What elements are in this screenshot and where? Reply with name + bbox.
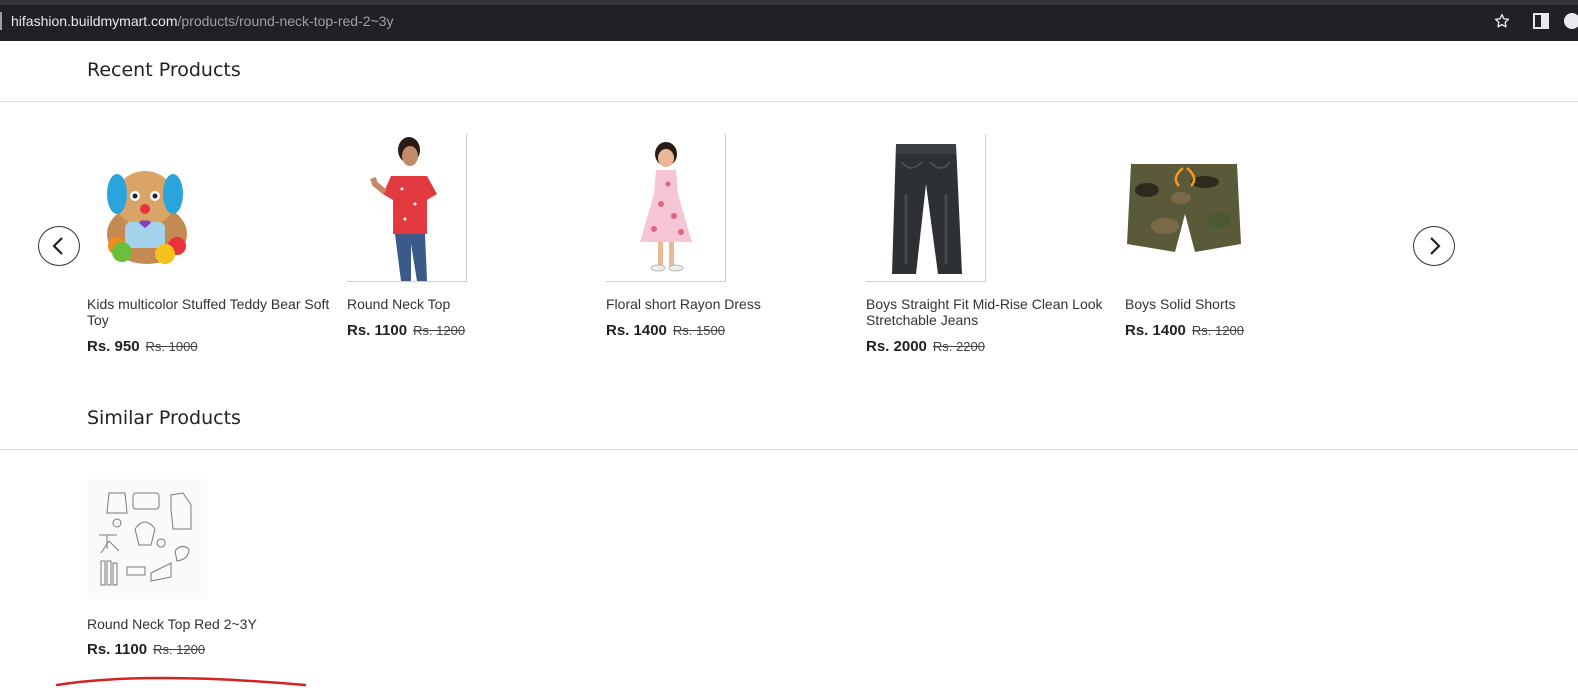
url-path: /products/round-neck-top-red-2~3y [177,13,394,29]
side-panel-icon[interactable] [1533,13,1549,29]
carousel-prev-button[interactable] [38,226,80,266]
price-original: Rs. 1200 [1191,323,1244,338]
product-image-placeholder[interactable] [87,479,207,627]
price-original: Rs. 1200 [413,323,466,338]
price-original: Rs. 1200 [153,642,206,657]
product-price: Rs. 1400 Rs. 1500 [606,322,725,339]
price-current: Rs. 1100 [347,322,408,339]
product-name[interactable]: Round Neck Top [347,296,595,312]
address-bar-edge [0,12,2,30]
browser-address-bar: hifashion.buildmymart.com/products/round… [0,0,1578,41]
price-original: Rs. 1000 [145,339,198,354]
product-price: Rs. 1400 Rs. 1200 [1125,322,1244,339]
product-name[interactable]: Boys Straight Fit Mid-Rise Clean Look St… [866,296,1114,328]
product-price: Rs. 2000 Rs. 2200 [866,338,985,355]
url-host: hifashion.buildmymart.com [11,13,178,29]
product-image-shorts[interactable] [1125,134,1245,282]
price-current: Rs. 950 [87,338,140,355]
product-price: Rs. 1100 Rs. 1200 [87,641,205,658]
red-annotation-underline [55,676,307,687]
star-icon[interactable] [1493,12,1511,30]
product-name[interactable]: Floral short Rayon Dress [606,296,854,312]
section-divider [0,449,1578,450]
price-current: Rs. 2000 [866,338,927,355]
similar-products-title: Similar Products [87,407,241,429]
price-current: Rs. 1100 [87,641,148,658]
product-image-round-neck-top[interactable] [347,134,467,282]
product-price: Rs. 950 Rs. 1000 [87,338,198,355]
product-image-jeans[interactable] [866,134,986,282]
carousel-next-button[interactable] [1413,226,1455,266]
product-name[interactable]: Round Neck Top Red 2~3Y [87,616,335,632]
chevron-left-icon [52,237,63,255]
section-divider [0,101,1578,102]
chevron-right-icon [1430,237,1441,255]
product-name[interactable]: Kids multicolor Stuffed Teddy Bear Soft … [87,296,335,328]
url-field[interactable]: hifashion.buildmymart.com/products/round… [11,13,393,29]
price-original: Rs. 2200 [932,339,985,354]
price-original: Rs. 1500 [672,323,725,338]
product-price: Rs. 1100 Rs. 1200 [347,322,465,339]
profile-avatar[interactable] [1562,11,1578,31]
price-current: Rs. 1400 [1125,322,1186,339]
recent-products-title: Recent Products [87,59,241,81]
price-current: Rs. 1400 [606,322,667,339]
product-image-floral-dress[interactable] [606,134,726,282]
product-image-teddy[interactable] [87,134,207,282]
tab-strip [0,0,1578,5]
product-name[interactable]: Boys Solid Shorts [1125,296,1373,312]
